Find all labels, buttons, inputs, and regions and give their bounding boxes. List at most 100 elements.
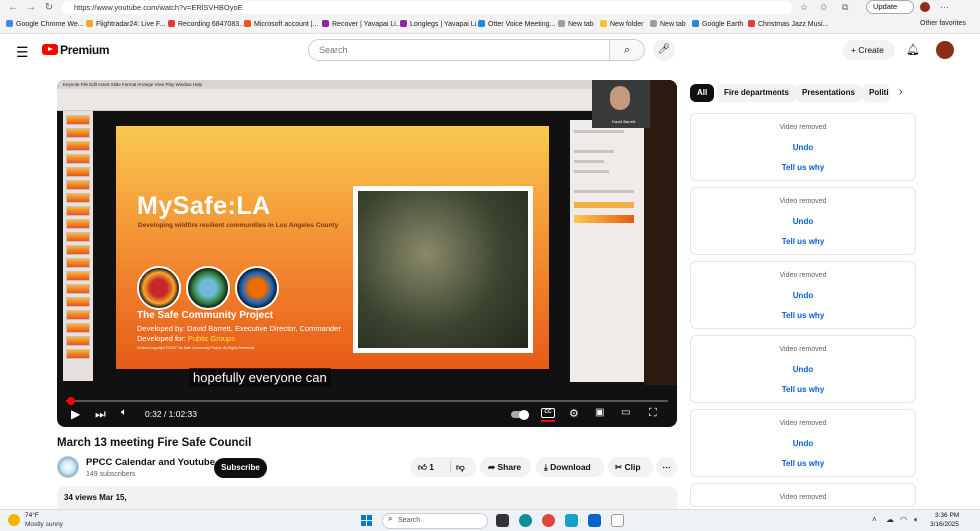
dislike-button[interactable]: 👎︎ — [456, 457, 465, 477]
play-icon[interactable]: ▶ — [71, 407, 80, 421]
weather-description[interactable]: Mostly sunny — [25, 521, 63, 528]
slide-thumbnail — [66, 154, 90, 164]
chevron-right-icon[interactable]: › — [899, 86, 903, 98]
account-avatar[interactable] — [936, 41, 954, 59]
fire-explorers-seal — [235, 266, 279, 310]
keynote-menu-bar: Keynote File Edit Insert Slide Format Ar… — [57, 80, 597, 89]
scissors-icon: ✂ — [615, 462, 623, 472]
tell-us-why-link[interactable]: Tell us why — [691, 311, 915, 320]
bookmark-item[interactable]: Otter Voice Meeting... — [478, 20, 555, 28]
undo-link[interactable]: Undo — [691, 143, 915, 152]
share-button[interactable]: ➦ Share — [480, 457, 531, 477]
volume-icon[interactable]: 🔈︎ — [121, 407, 127, 418]
removed-message: Video removed — [779, 198, 827, 205]
bookmark-item[interactable]: Longlegs | Yavapai Li... — [400, 20, 482, 28]
keynote-inspector — [570, 120, 644, 382]
bookmark-item[interactable]: Recording 6847083... — [168, 20, 245, 28]
clip-button[interactable]: ✂ Clip — [608, 457, 653, 477]
bookmark-favicon-icon — [748, 20, 755, 27]
like-button[interactable]: 👍︎ 1 — [418, 457, 434, 477]
voice-search-button[interactable]: 🎤︎ — [653, 39, 675, 61]
tell-us-why-link[interactable]: Tell us why — [691, 237, 915, 246]
autoplay-toggle[interactable] — [511, 409, 529, 420]
bookmark-item[interactable]: Google Chrome We... — [6, 20, 84, 28]
address-bar[interactable]: https://www.youtube.com/watch?v=ERlSVHBO… — [62, 1, 792, 14]
thumbs-up-icon: 👍︎ — [418, 462, 427, 472]
chip-politics[interactable]: Politi — [862, 84, 890, 102]
channel-name[interactable]: PPCC Calendar and Youtube — [86, 457, 215, 468]
miniplayer-icon[interactable]: ▣ — [595, 407, 604, 418]
bookmark-item[interactable]: Flightradar24: Live F... — [86, 20, 165, 28]
chip-presentations[interactable]: Presentations — [795, 84, 862, 102]
undo-link[interactable]: Undo — [691, 291, 915, 300]
search-icon: ⌕ — [388, 514, 393, 523]
speaker-icon[interactable]: 🔈︎ — [914, 515, 919, 525]
chip-all[interactable]: All — [690, 84, 715, 102]
more-actions-button[interactable]: ⋯ — [656, 457, 677, 477]
next-icon[interactable]: ⏭︎ — [95, 407, 106, 422]
video-player[interactable]: Keynote File Edit Insert Slide Format Ar… — [57, 80, 677, 427]
tell-us-why-link[interactable]: Tell us why — [691, 459, 915, 468]
other-favorites[interactable]: Other favorites — [920, 20, 966, 27]
subscribe-button[interactable]: Subscribe — [214, 458, 267, 478]
undo-link[interactable]: Undo — [691, 365, 915, 374]
search-input[interactable]: Search — [308, 39, 610, 61]
forward-icon[interactable]: → — [24, 2, 38, 14]
slide-thumbnail — [66, 141, 90, 151]
task-view-icon[interactable] — [496, 514, 509, 527]
onedrive-icon[interactable]: ☁ — [886, 515, 894, 524]
bookmark-item[interactable]: New tab — [558, 20, 594, 28]
notifications-bell-icon[interactable]: 🔔︎ — [906, 43, 920, 56]
clock-time[interactable]: 3:36 PM — [935, 512, 959, 519]
settings-gear-icon[interactable]: ⚙︎ — [569, 407, 579, 420]
back-icon[interactable]: ← — [6, 2, 20, 14]
profile-avatar[interactable] — [920, 2, 930, 12]
slide-thumbnail — [66, 245, 90, 255]
create-button[interactable]: + Create — [843, 40, 895, 60]
favorites-icon[interactable]: ✩ — [820, 2, 828, 13]
collections-icon[interactable]: ⧉ — [842, 2, 848, 13]
extensions-icon[interactable]: ☆ — [800, 2, 808, 13]
outlook-icon[interactable] — [588, 514, 601, 527]
captions-icon[interactable]: CC — [541, 408, 555, 418]
removed-video-card: Video removed Undo Tell us why — [690, 409, 916, 477]
bookmark-item[interactable]: New tab — [650, 20, 686, 28]
chevron-up-icon[interactable]: ˄ — [872, 515, 877, 524]
channel-avatar[interactable] — [57, 456, 79, 478]
update-button[interactable]: Update — [866, 0, 914, 14]
bookmark-item[interactable]: Recover | Yavapai Li... — [322, 20, 402, 28]
edge-icon[interactable] — [519, 514, 532, 527]
theater-mode-icon[interactable]: ▭ — [621, 407, 630, 418]
fullscreen-icon[interactable]: ⛶ — [649, 407, 657, 420]
time-display: 0:32 / 1:02:33 — [145, 409, 198, 419]
download-button[interactable]: ⤓ Download — [536, 457, 604, 477]
search-button[interactable]: ⌕ — [609, 39, 645, 61]
tell-us-why-link[interactable]: Tell us why — [691, 385, 915, 394]
chrome-icon[interactable] — [542, 514, 555, 527]
taskbar-search-input[interactable]: Search — [382, 513, 488, 529]
bookmark-item[interactable]: Christmas Jazz Musi... — [748, 20, 828, 28]
windows-start-icon[interactable] — [361, 515, 372, 526]
slide-thumbnail — [66, 310, 90, 320]
bookmark-item[interactable]: New folder — [600, 20, 643, 28]
youtube-play-icon — [42, 44, 58, 55]
snipping-tool-icon[interactable] — [611, 514, 624, 527]
youtube-logo[interactable]: Premium — [42, 43, 110, 57]
tell-us-why-link[interactable]: Tell us why — [691, 163, 915, 172]
photos-icon[interactable] — [565, 514, 578, 527]
progress-bar[interactable] — [66, 397, 668, 405]
sun-icon — [8, 514, 20, 526]
progress-scrubber[interactable] — [67, 397, 76, 405]
bookmark-item[interactable]: Microsoft account |... — [244, 20, 318, 28]
clock-date[interactable]: 3/16/2025 — [930, 521, 959, 528]
bookmark-item[interactable]: Google Earth — [692, 20, 743, 28]
weather-temperature[interactable]: 74°F — [25, 512, 39, 519]
menu-dots-icon[interactable]: ⋯ — [940, 2, 949, 13]
hamburger-menu-icon[interactable]: ☰ — [16, 44, 29, 61]
slide-project-name: The Safe Community Project — [137, 310, 274, 321]
undo-link[interactable]: Undo — [691, 217, 915, 226]
wifi-icon[interactable]: ◠ — [900, 515, 907, 524]
chip-fire-departments[interactable]: Fire departments — [717, 84, 796, 102]
undo-link[interactable]: Undo — [691, 439, 915, 448]
reload-icon[interactable]: ↻ — [42, 2, 56, 14]
